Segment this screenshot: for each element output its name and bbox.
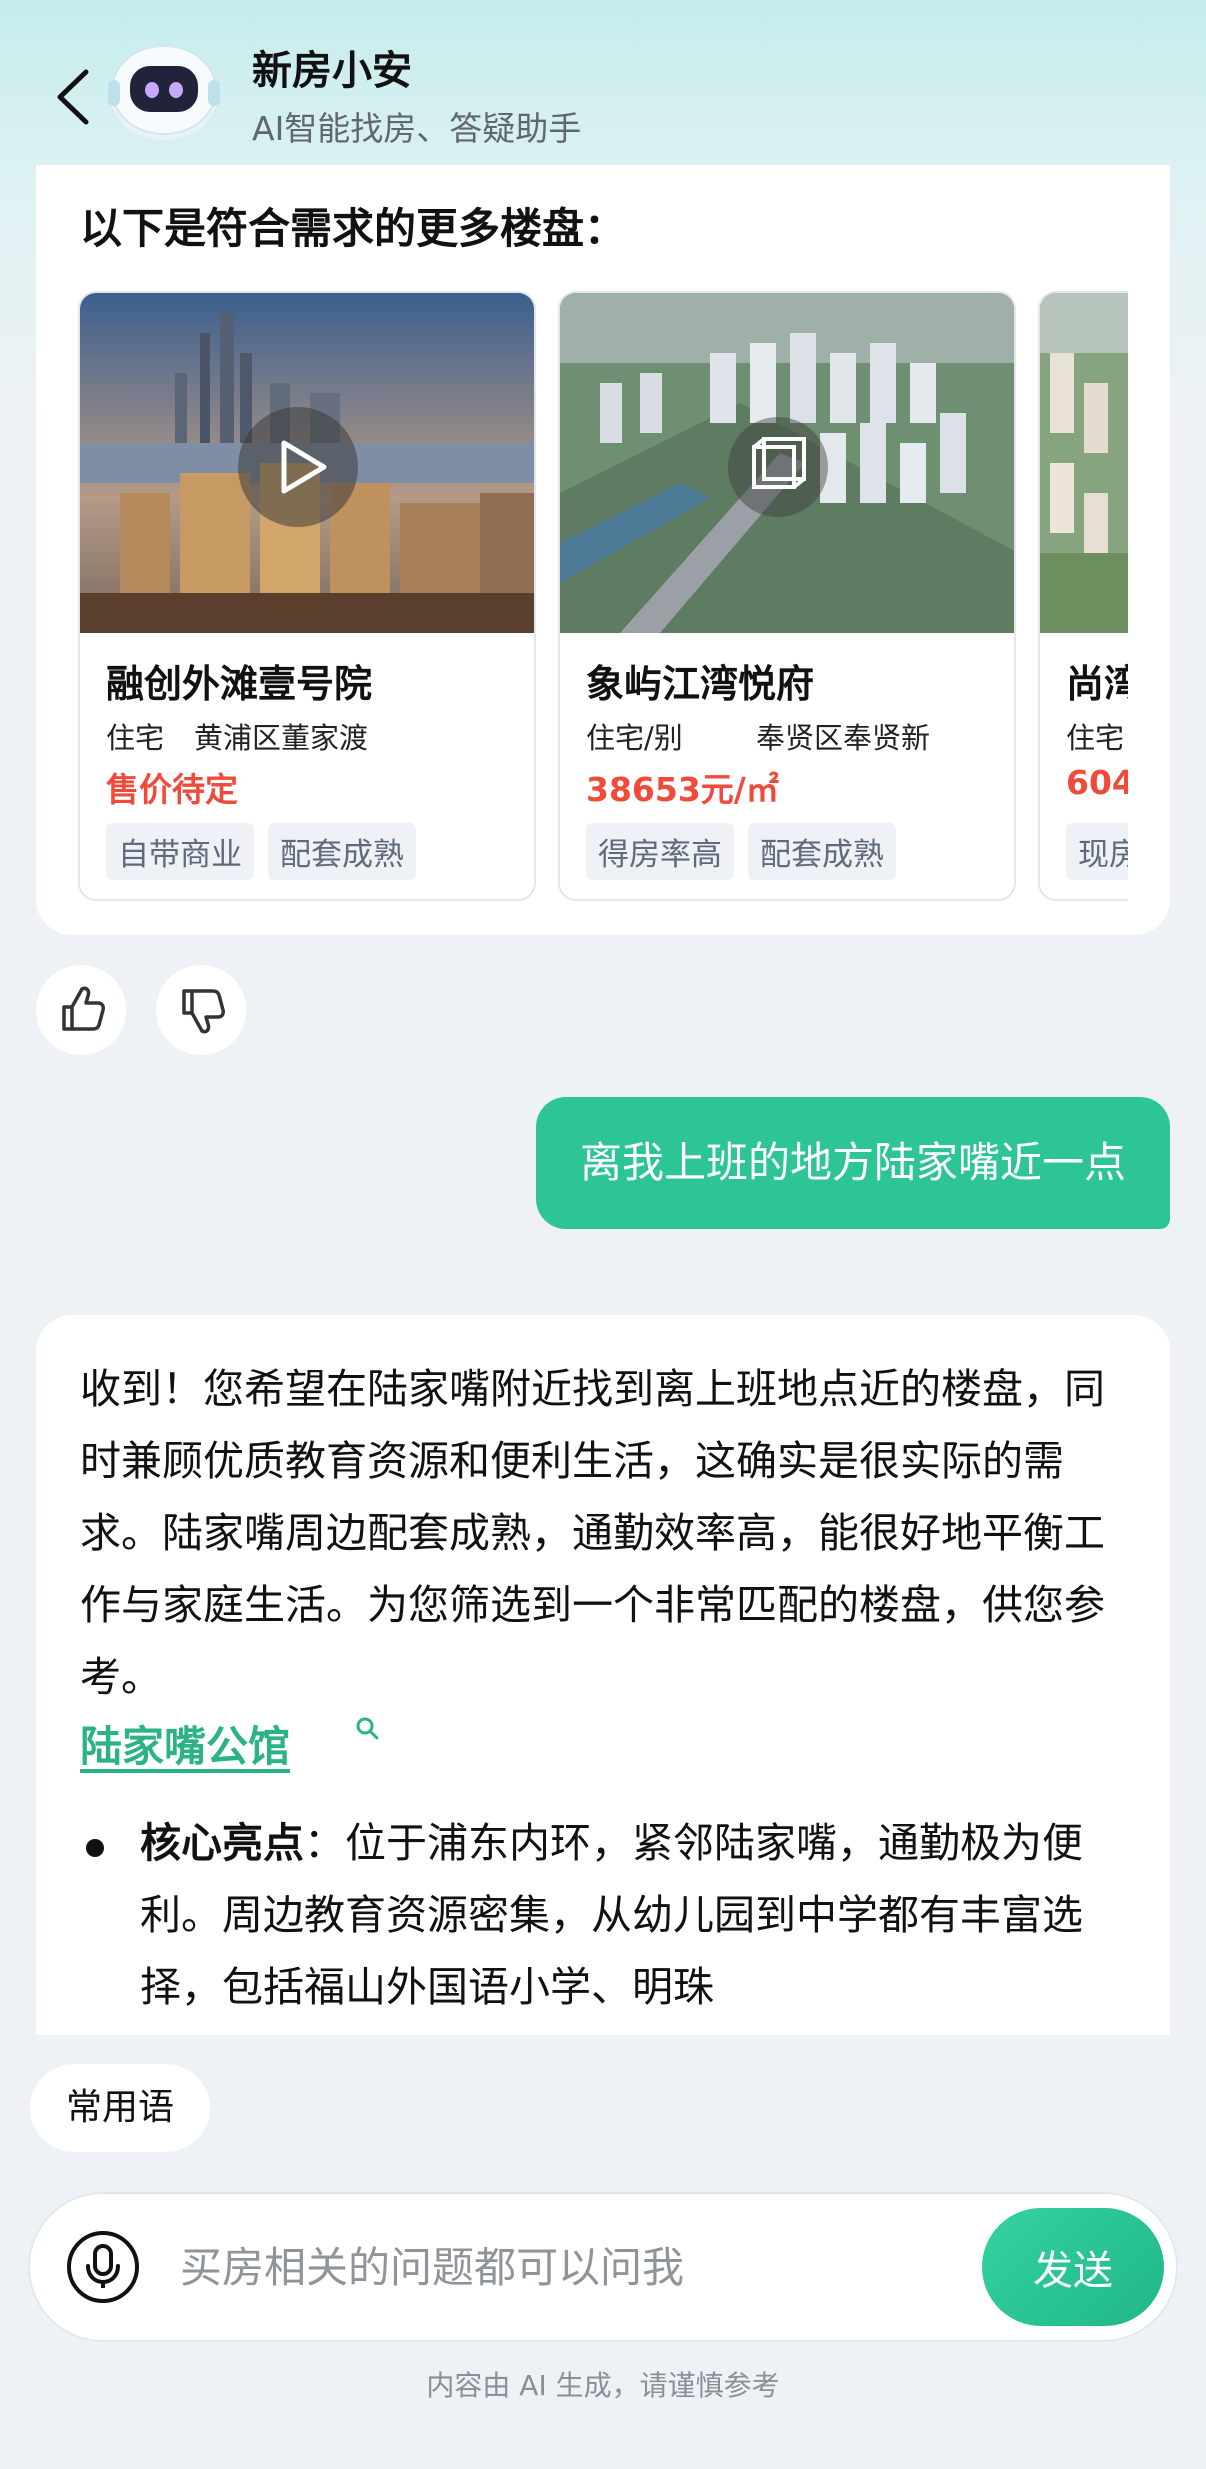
common-phrases-button[interactable]: 常用语 xyxy=(30,2064,211,2152)
recommendation-card: 以下是符合需求的更多楼盘： 融创外滩壹号院 住宅 黄浦区董家渡 售价待定 自带商… xyxy=(36,165,1170,935)
listing-name: 象屿江湾悦府 xyxy=(586,662,815,706)
listing-image xyxy=(560,293,1014,633)
bullet-dot xyxy=(86,1839,104,1857)
listing-type: 住宅 xyxy=(1066,721,1125,755)
listing-price: 604 xyxy=(1066,763,1128,802)
play-icon[interactable] xyxy=(238,407,358,527)
like-button[interactable] xyxy=(36,965,126,1055)
thumbs-up-icon xyxy=(62,986,105,1031)
listing-tags: 自带商业 配套成熟 xyxy=(106,823,416,880)
user-message-bubble: 离我上班的地方陆家嘴近一点 xyxy=(535,1097,1170,1229)
message-input[interactable] xyxy=(180,2222,960,2312)
listing-image xyxy=(1040,293,1128,633)
vr-cube-icon[interactable] xyxy=(728,417,828,517)
project-link[interactable]: 陆家嘴公馆 xyxy=(80,1713,290,1774)
listing-tags: 现房 xyxy=(1066,823,1128,880)
listing-area: 奉贤区奉贤新 xyxy=(756,721,931,755)
back-button[interactable] xyxy=(50,62,98,132)
listing-type: 住宅/别 xyxy=(586,721,683,755)
send-button[interactable]: 发送 xyxy=(982,2208,1164,2326)
listing-card[interactable]: 融创外滩壹号院 住宅 黄浦区董家渡 售价待定 自带商业 配套成熟 xyxy=(78,291,536,901)
assistant-answer-card: 收到！您希望在陆家嘴附近找到离上班地点近的楼盘，同时兼顾优质教育资源和便利生活，… xyxy=(36,1315,1170,2035)
listing-tag: 自带商业 xyxy=(106,823,254,880)
listing-area: 黄浦区董家渡 xyxy=(194,721,369,755)
listing-name: 融创外滩壹号院 xyxy=(106,662,373,706)
listing-card[interactable]: 象屿江湾悦府 住宅/别 奉贤区奉贤新 38653元/㎡ 得房率高 配套成熟 xyxy=(558,291,1016,901)
listing-carousel[interactable]: 融创外滩壹号院 住宅 黄浦区董家渡 售价待定 自带商业 配套成熟 象屿江湾悦府 … xyxy=(78,291,1128,901)
listing-tag: 得房率高 xyxy=(586,823,734,880)
bot-avatar xyxy=(102,34,226,144)
chat-header: 新房小安 AI智能找房、答疑助手 xyxy=(0,0,1206,165)
recommendation-heading: 以下是符合需求的更多楼盘： xyxy=(80,204,627,253)
listing-price: 38653元/㎡ xyxy=(586,770,779,809)
ai-disclaimer: 内容由 AI 生成，请谨慎参考 xyxy=(426,2369,780,2402)
microphone-icon[interactable] xyxy=(66,2230,140,2304)
bot-title: 新房小安 xyxy=(252,48,412,94)
thumbs-down-icon xyxy=(182,989,225,1034)
chevron-left-icon xyxy=(57,69,89,125)
dislike-button[interactable] xyxy=(156,965,246,1055)
listing-tag: 配套成熟 xyxy=(748,823,896,880)
chat-scroll-area[interactable]: 以下是符合需求的更多楼盘： 融创外滩壹号院 住宅 黄浦区董家渡 售价待定 自带商… xyxy=(0,165,1206,2035)
highlight-bullet: 核心亮点：位于浦东内环，紧邻陆家嘴，通勤极为便利。周边教育资源密集，从幼儿园到中… xyxy=(140,1807,1140,2023)
listing-tag: 现房 xyxy=(1066,823,1128,880)
answer-text: 收到！您希望在陆家嘴附近找到离上班地点近的楼盘，同时兼顾优质教育资源和便利生活，… xyxy=(80,1365,1105,1701)
listing-type: 住宅 xyxy=(106,721,165,755)
listing-name: 尚湾 xyxy=(1066,662,1128,706)
search-icon[interactable] xyxy=(354,1715,382,1743)
listing-price: 售价待定 xyxy=(106,770,238,809)
bullet-label: 核心亮点 xyxy=(140,1819,304,1867)
listing-image xyxy=(80,293,534,633)
message-input-bar: 发送 xyxy=(30,2194,1176,2340)
listing-card[interactable]: 尚湾 住宅 604 现房 xyxy=(1038,291,1128,901)
listing-tags: 得房率高 配套成熟 xyxy=(586,823,896,880)
listing-tag: 配套成熟 xyxy=(268,823,416,880)
bot-subtitle: AI智能找房、答疑助手 xyxy=(252,109,582,148)
